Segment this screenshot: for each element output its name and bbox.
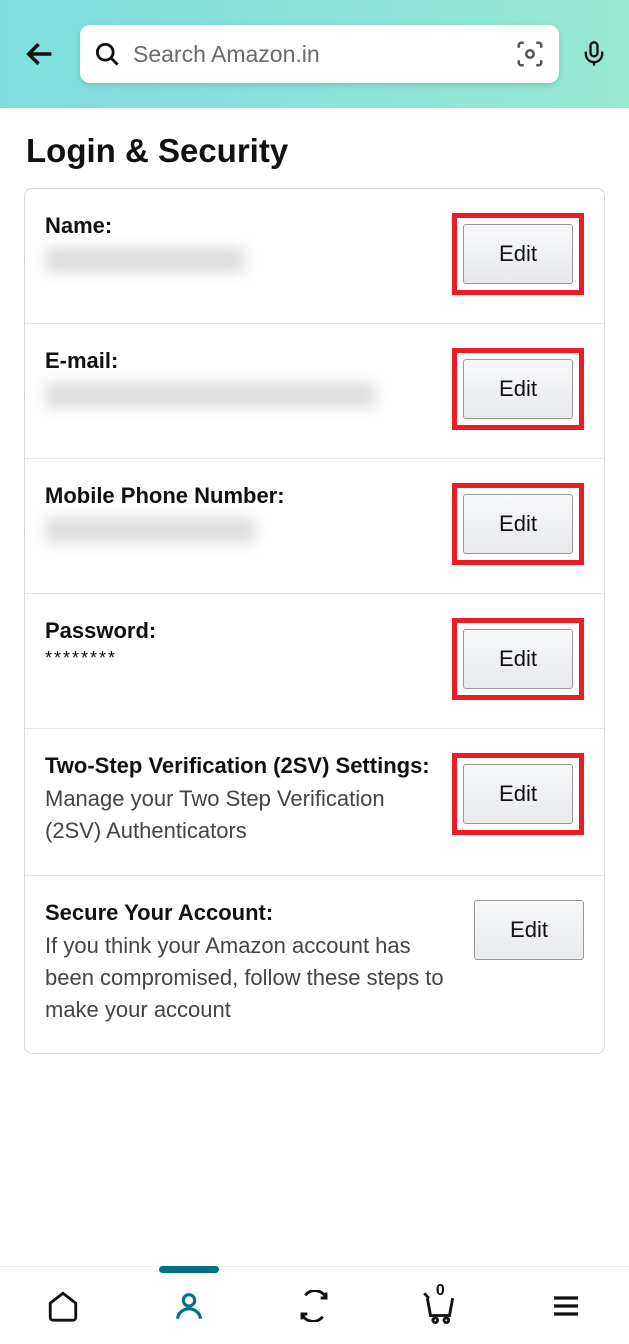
phone-value-redacted: [45, 517, 255, 543]
app-header: [0, 0, 629, 108]
setting-row-email: E-mail: Edit: [25, 324, 604, 459]
settings-card: Name: Edit E-mail: Edit Mobile P: [24, 188, 605, 1054]
back-button[interactable]: [18, 32, 62, 76]
edit-name-button[interactable]: Edit: [463, 224, 573, 284]
nav-home[interactable]: [39, 1282, 87, 1330]
highlight-annotation: Edit: [452, 618, 584, 700]
name-label: Name:: [45, 213, 440, 239]
cart-count-badge: 0: [436, 1282, 445, 1300]
highlight-annotation: Edit: [452, 348, 584, 430]
camera-scan-icon[interactable]: [515, 39, 545, 69]
nav-refresh[interactable]: [290, 1282, 338, 1330]
hamburger-menu-icon: [550, 1290, 582, 1322]
edit-two-step-button[interactable]: Edit: [463, 764, 573, 824]
refresh-icon: [298, 1290, 330, 1322]
search-icon: [94, 41, 121, 68]
nav-cart[interactable]: 0: [416, 1282, 464, 1330]
two-step-label: Two-Step Verification (2SV) Settings:: [45, 753, 440, 779]
microphone-icon: [580, 40, 608, 68]
secure-account-description: If you think your Amazon account has bee…: [45, 930, 462, 1026]
edit-phone-button[interactable]: Edit: [463, 494, 573, 554]
edit-password-button[interactable]: Edit: [463, 629, 573, 689]
nav-menu[interactable]: [542, 1282, 590, 1330]
two-step-description: Manage your Two Step Verification (2SV) …: [45, 783, 440, 847]
arrow-left-icon: [23, 37, 57, 71]
bottom-nav: 0: [0, 1266, 629, 1344]
edit-secure-account-button[interactable]: Edit: [474, 900, 584, 960]
nav-account[interactable]: [165, 1282, 213, 1330]
highlight-annotation: Edit: [452, 753, 584, 835]
voice-search-button[interactable]: [577, 37, 611, 71]
setting-row-phone: Mobile Phone Number: Edit: [25, 459, 604, 594]
setting-row-name: Name: Edit: [25, 189, 604, 324]
highlight-annotation: Edit: [452, 483, 584, 565]
search-input[interactable]: [133, 41, 503, 68]
password-label: Password:: [45, 618, 440, 644]
highlight-annotation: Edit: [452, 213, 584, 295]
person-icon: [172, 1289, 206, 1323]
active-tab-indicator: [159, 1266, 219, 1273]
home-icon: [46, 1289, 80, 1323]
setting-row-two-step: Two-Step Verification (2SV) Settings: Ma…: [25, 729, 604, 876]
page-title: Login & Security: [0, 108, 629, 188]
password-mask: ********: [45, 648, 440, 669]
content-area: Login & Security Name: Edit E-mail: Edit: [0, 108, 629, 1266]
phone-label: Mobile Phone Number:: [45, 483, 440, 509]
edit-email-button[interactable]: Edit: [463, 359, 573, 419]
setting-row-secure-account: Secure Your Account: If you think your A…: [25, 876, 604, 1054]
search-bar[interactable]: [80, 25, 559, 83]
email-value-redacted: [45, 382, 375, 408]
setting-row-password: Password: ******** Edit: [25, 594, 604, 729]
secure-account-label: Secure Your Account:: [45, 900, 462, 926]
email-label: E-mail:: [45, 348, 440, 374]
name-value-redacted: [45, 247, 245, 273]
